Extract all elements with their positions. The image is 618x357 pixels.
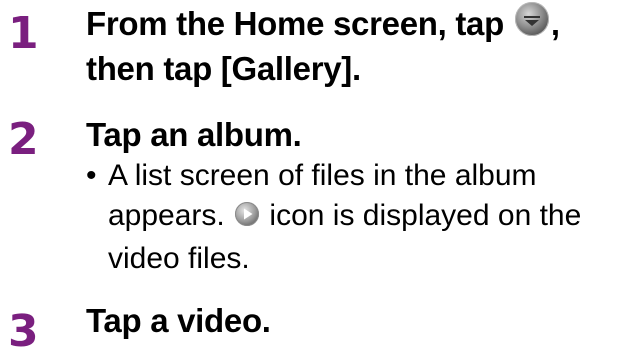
step-number: 2: [8, 114, 39, 165]
app-drawer-icon: [513, 0, 551, 48]
body-text: icon is displayed on the: [261, 199, 582, 232]
video-play-icon: [233, 199, 261, 239]
step-bullet-text: • A list screen of files in the album app…: [86, 156, 581, 279]
step-number: 3: [8, 306, 39, 357]
body-text: video files.: [108, 242, 250, 275]
step-title-text: From the Home screen, tap: [86, 5, 513, 42]
body-text: A list screen of files in the album: [108, 159, 537, 192]
body-text: appears.: [108, 199, 234, 232]
step-number: 1: [8, 8, 39, 59]
step-title-text: then tap [Gallery].: [86, 50, 361, 87]
bullet: •: [86, 159, 97, 192]
step-title: Tap a video.: [86, 302, 271, 339]
step-title: Tap an album.: [86, 116, 302, 153]
step-title-text: ,: [550, 5, 560, 42]
step-title: From the Home screen, tap , then tap [Ga…: [86, 0, 560, 90]
